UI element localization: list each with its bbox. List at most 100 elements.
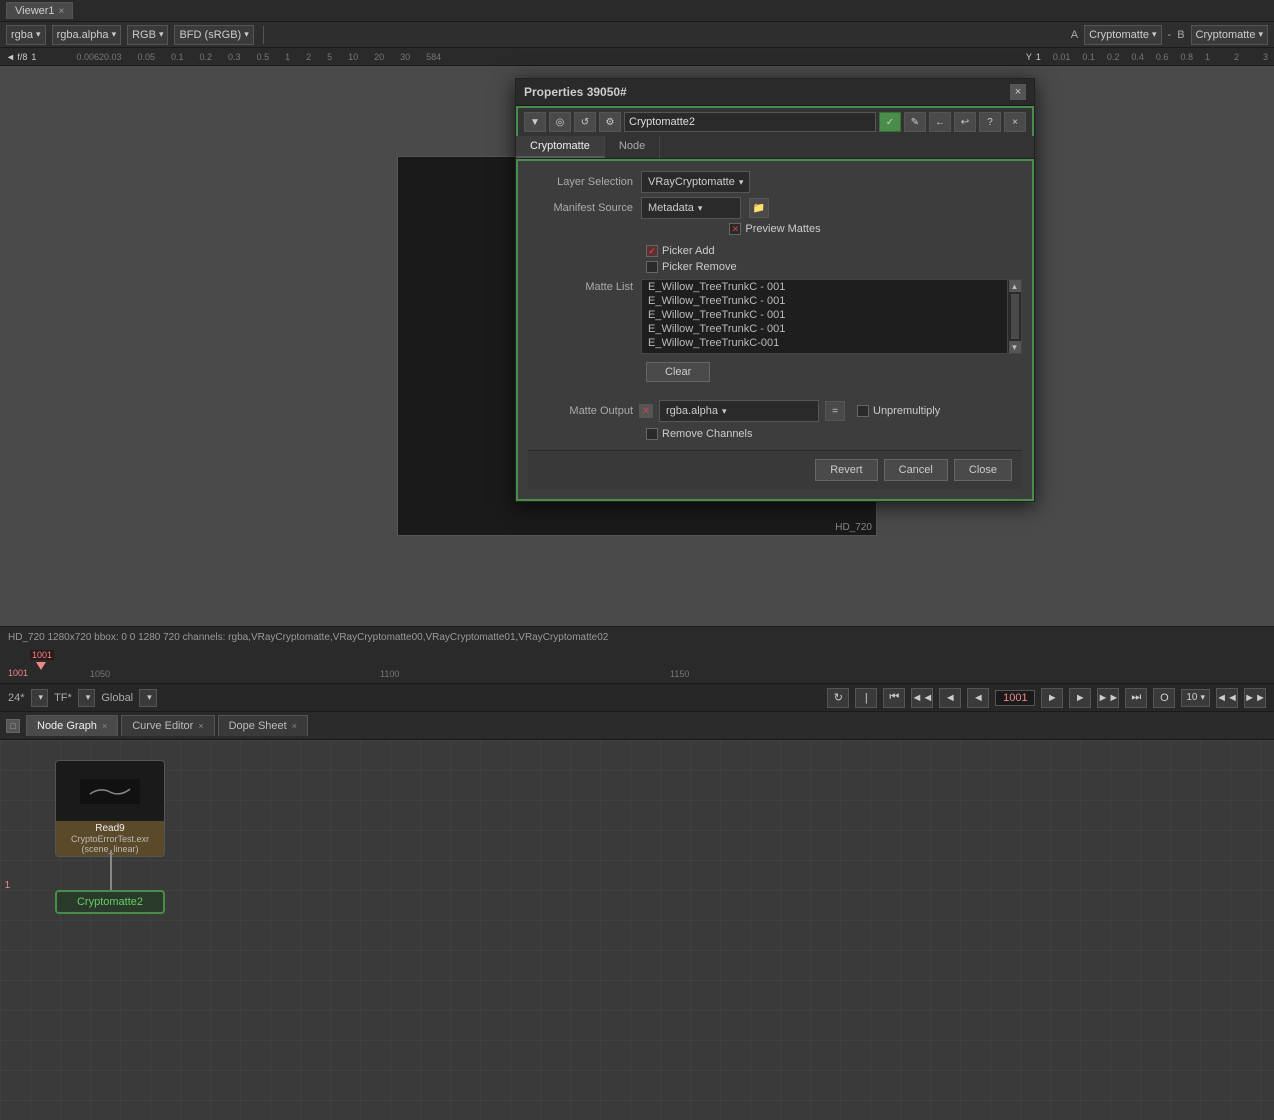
pb-btn-skip-start[interactable]: ⏮ — [883, 688, 905, 708]
pb-rate-dropdown[interactable]: 10 — [1181, 689, 1210, 707]
tf-dropdown[interactable] — [78, 689, 96, 707]
pb-frame-display[interactable]: 1001 — [995, 690, 1035, 706]
tab-node-graph-label: Node Graph — [37, 720, 97, 732]
tab-node-graph-close[interactable]: × — [102, 721, 107, 731]
remove-channels-row: Remove Channels — [528, 428, 1022, 440]
matte-list[interactable]: E_Willow_TreeTrunkC - 001 E_Willow_TreeT… — [641, 279, 1008, 354]
tab-cryptomatte[interactable]: Cryptomatte — [516, 136, 605, 158]
dlg-btn-close-inner[interactable]: × — [1004, 112, 1026, 132]
cryptomatte-node[interactable]: Cryptomatte2 — [55, 890, 165, 914]
pb-btn-mark-in[interactable]: | — [855, 688, 877, 708]
matte-output-dropdown[interactable]: rgba.alpha — [659, 400, 819, 422]
dlg-btn-green1[interactable]: ✓ — [879, 112, 901, 132]
scroll-thumb[interactable] — [1011, 294, 1019, 339]
dlg-btn-dropdown[interactable]: ▼ — [524, 112, 546, 132]
tab-node-graph[interactable]: Node Graph × — [26, 715, 118, 736]
pb-btn-speed-up[interactable]: ►► — [1244, 688, 1266, 708]
revert-button[interactable]: Revert — [815, 459, 877, 481]
display-dropdown[interactable]: BFD (sRGB) — [174, 25, 253, 45]
ruler-row: ◄ f/8 1 0.00620.03 0.05 0.1 0.2 0.3 0.5 … — [0, 48, 1274, 66]
clear-button[interactable]: Clear — [646, 362, 710, 382]
picker-add-cb: ✓ — [646, 245, 658, 257]
layer-selection-dropdown[interactable]: VRayCryptomatte — [641, 171, 750, 193]
timeline-ruler: 1001 1001 1050 1100 1150 — [0, 648, 1274, 684]
unpremultiply-checkbox[interactable]: Unpremultiply — [857, 405, 940, 417]
viewer-tab[interactable]: Viewer1 × — [6, 2, 73, 19]
pb-btn-prev-frame[interactable]: ◄ — [939, 688, 961, 708]
cryptomatte-node-label: Cryptomatte2 — [77, 896, 143, 908]
tab-node[interactable]: Node — [605, 136, 660, 158]
viewer-tab-label: Viewer1 — [15, 5, 55, 17]
channel-dropdown[interactable]: rgba — [6, 25, 46, 45]
picker-remove-checkbox[interactable]: Picker Remove — [646, 261, 1022, 273]
picker-remove-label: Picker Remove — [662, 261, 737, 273]
tab-dope-sheet-close[interactable]: × — [292, 721, 297, 731]
dialog-close-btn[interactable]: × — [1010, 84, 1026, 100]
tab-dope-sheet[interactable]: Dope Sheet × — [218, 715, 308, 736]
cancel-button[interactable]: Cancel — [884, 459, 948, 481]
matte-item-1[interactable]: E_Willow_TreeTrunkC - 001 — [642, 280, 1007, 294]
matte-output-x-btn[interactable]: ✕ — [639, 404, 653, 418]
dlg-btn-refresh[interactable]: ↺ — [574, 112, 596, 132]
dlg-btn-edit[interactable]: ✎ — [904, 112, 926, 132]
remove-channels-checkbox[interactable]: Remove Channels — [646, 428, 753, 440]
matte-list-label: Matte List — [528, 279, 633, 293]
close-button[interactable]: Close — [954, 459, 1012, 481]
colorspace-dropdown[interactable]: RGB — [127, 25, 168, 45]
matte-output-row: Matte Output ✕ rgba.alpha = Unpremultipl… — [528, 400, 1022, 422]
a-dropdown[interactable]: Cryptomatte — [1084, 25, 1161, 45]
layer-selection-label: Layer Selection — [528, 176, 633, 188]
tab-dope-sheet-label: Dope Sheet — [229, 720, 287, 732]
preview-mattes-checkbox[interactable]: ✕ Preview Mattes — [729, 223, 820, 235]
status-text: HD_720 1280x720 bbox: 0 0 1280 720 chann… — [8, 632, 608, 643]
dlg-btn-undo[interactable]: ↩ — [954, 112, 976, 132]
tab-curve-editor-close[interactable]: × — [198, 721, 203, 731]
dialog-title: Properties 39050# — [524, 85, 627, 99]
pb-btn-skip-end[interactable]: ⏭ — [1125, 688, 1147, 708]
scroll-up-btn[interactable]: ▲ — [1009, 280, 1021, 292]
read-node[interactable]: Read9 CryptoErrorTest.exr (scene_linear) — [55, 760, 165, 857]
matte-item-2[interactable]: E_Willow_TreeTrunkC - 001 — [642, 294, 1007, 308]
dlg-btn-back[interactable]: ← — [929, 112, 951, 132]
matte-item-3[interactable]: E_Willow_TreeTrunkC - 001 — [642, 308, 1007, 322]
global-dropdown[interactable] — [139, 689, 157, 707]
manifest-source-dropdown[interactable]: Metadata — [641, 197, 741, 219]
pb-btn-prev[interactable]: ◄ — [967, 688, 989, 708]
read-node-thumb — [56, 761, 164, 821]
pb-btn-mark-out[interactable]: O — [1153, 688, 1175, 708]
pb-btn-prev-frame-2[interactable]: ◄◄ — [911, 688, 933, 708]
matte-output-eq-btn[interactable]: = — [825, 401, 845, 421]
dlg-btn-target[interactable]: ◎ — [549, 112, 571, 132]
fps-dropdown[interactable] — [31, 689, 49, 707]
manifest-source-label: Manifest Source — [528, 202, 633, 214]
y-label: Y — [1026, 52, 1032, 62]
manifest-source-row: Manifest Source Metadata 📁 — [528, 197, 1022, 219]
manifest-folder-btn[interactable]: 📁 — [749, 198, 769, 218]
tl-mark-1050: 1050 — [90, 669, 380, 679]
canvas-label-br: HD_720 — [835, 522, 872, 533]
pb-btn-next-frame[interactable]: ► — [1069, 688, 1091, 708]
node-connector — [110, 850, 112, 890]
pb-btn-loop[interactable]: ↻ — [827, 688, 849, 708]
pb-btn-speed-down[interactable]: ◄◄ — [1216, 688, 1238, 708]
b-dropdown[interactable]: Cryptomatte — [1191, 25, 1268, 45]
scroll-down-btn[interactable]: ▼ — [1009, 341, 1021, 353]
dialog-content: Layer Selection VRayCryptomatte Manifest… — [516, 159, 1034, 501]
viewer-tab-close[interactable]: × — [59, 6, 65, 17]
alpha-dropdown[interactable]: rgba.alpha — [52, 25, 122, 45]
matte-list-with-scroll: E_Willow_TreeTrunkC - 001 E_Willow_TreeT… — [641, 279, 1022, 354]
dlg-btn-help[interactable]: ? — [979, 112, 1001, 132]
pb-btn-play[interactable]: ► — [1041, 688, 1063, 708]
tab-curve-editor[interactable]: Curve Editor × — [121, 715, 214, 736]
dlg-name-field[interactable] — [624, 112, 876, 132]
picker-add-checkbox[interactable]: ✓ Picker Add — [646, 245, 1022, 257]
tab-curve-editor-label: Curve Editor — [132, 720, 193, 732]
node-graph-area[interactable]: ◄ 1 Read9 CryptoErrorTest.exr (scene_lin… — [0, 740, 1274, 1120]
matte-item-5[interactable]: E_Willow_TreeTrunkC-001 — [642, 336, 1007, 350]
tl-arrow-indicator — [36, 662, 46, 670]
pb-btn-next-frame-2[interactable]: ►► — [1097, 688, 1119, 708]
bottom-panel-toggle[interactable]: □ — [6, 719, 20, 733]
matte-item-4[interactable]: E_Willow_TreeTrunkC - 001 — [642, 322, 1007, 336]
dlg-btn-gear[interactable]: ⚙ — [599, 112, 621, 132]
matte-list-scrollbar: ▲ ▼ — [1008, 279, 1022, 354]
